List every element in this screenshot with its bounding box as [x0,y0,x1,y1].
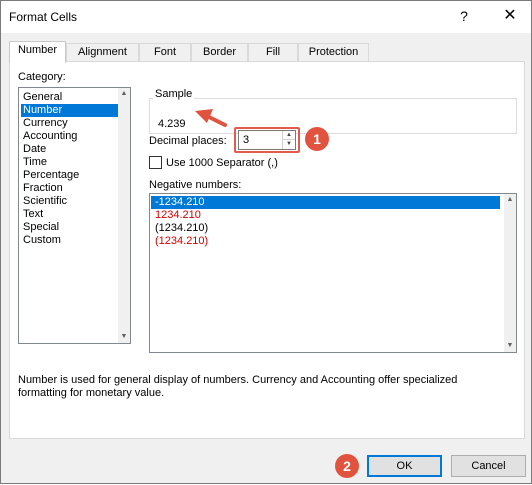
scroll-up-icon[interactable]: ▲ [118,88,130,100]
category-item[interactable]: Date [21,143,119,156]
category-item[interactable]: Text [21,208,119,221]
negative-format-item[interactable]: -1234.210 [151,196,500,209]
category-item[interactable]: Currency [21,117,119,130]
category-scrollbar[interactable]: ▲ ▼ [118,88,130,343]
format-cells-dialog: Format Cells ? ✕ Number Alignment Font B… [0,0,532,484]
thousands-separator-checkbox[interactable] [149,156,162,169]
format-description: Number is used for general display of nu… [18,374,458,399]
number-tab-panel: Category: General Number Currency Accoun… [9,61,525,439]
thousands-separator-label[interactable]: Use 1000 Separator (,) [166,157,278,169]
tab-font[interactable]: Font [139,43,191,62]
highlight-box [234,127,300,153]
negative-numbers-list[interactable]: -1234.210 1234.210 (1234.210) (1234.210)… [149,193,517,353]
category-label: Category: [18,71,66,83]
negative-format-item[interactable]: 1234.210 [151,209,500,222]
negative-numbers-label: Negative numbers: [149,179,242,191]
dialog-title: Format Cells [9,10,78,24]
help-icon[interactable]: ? [453,4,475,28]
step-2-badge: 2 [335,454,359,478]
category-item[interactable]: Accounting [21,130,119,143]
category-item[interactable]: Custom [21,234,119,247]
tab-alignment[interactable]: Alignment [66,43,139,62]
negative-format-item[interactable]: (1234.210) [151,222,500,235]
category-item[interactable]: Fraction [21,182,119,195]
negative-list-scrollbar[interactable]: ▲ ▼ [504,194,516,352]
category-item[interactable]: Special [21,221,119,234]
tab-border[interactable]: Border [191,43,248,62]
cancel-button[interactable]: Cancel [451,455,526,477]
category-list[interactable]: General Number Currency Accounting Date … [18,87,131,344]
scroll-up-icon[interactable]: ▲ [504,194,516,206]
negative-format-item[interactable]: (1234.210) [151,235,500,248]
decimal-places-label: Decimal places: [149,135,227,147]
sample-value: 4.239 [158,118,186,130]
category-item[interactable]: Percentage [21,169,119,182]
tab-number[interactable]: Number [9,41,66,63]
category-item[interactable]: Time [21,156,119,169]
category-item[interactable]: General [21,91,119,104]
sample-label: Sample [153,88,195,100]
ok-button[interactable]: OK [367,455,442,477]
scroll-down-icon[interactable]: ▼ [504,340,516,352]
title-bar: Format Cells ? ✕ [1,1,531,33]
step-1-badge: 1 [305,127,329,151]
category-item[interactable]: Scientific [21,195,119,208]
tab-fill[interactable]: Fill [248,43,298,62]
scroll-down-icon[interactable]: ▼ [118,331,130,343]
sample-group [149,98,517,134]
category-item[interactable]: Number [21,104,119,117]
close-icon[interactable]: ✕ [497,4,523,28]
tab-protection[interactable]: Protection [298,43,369,62]
